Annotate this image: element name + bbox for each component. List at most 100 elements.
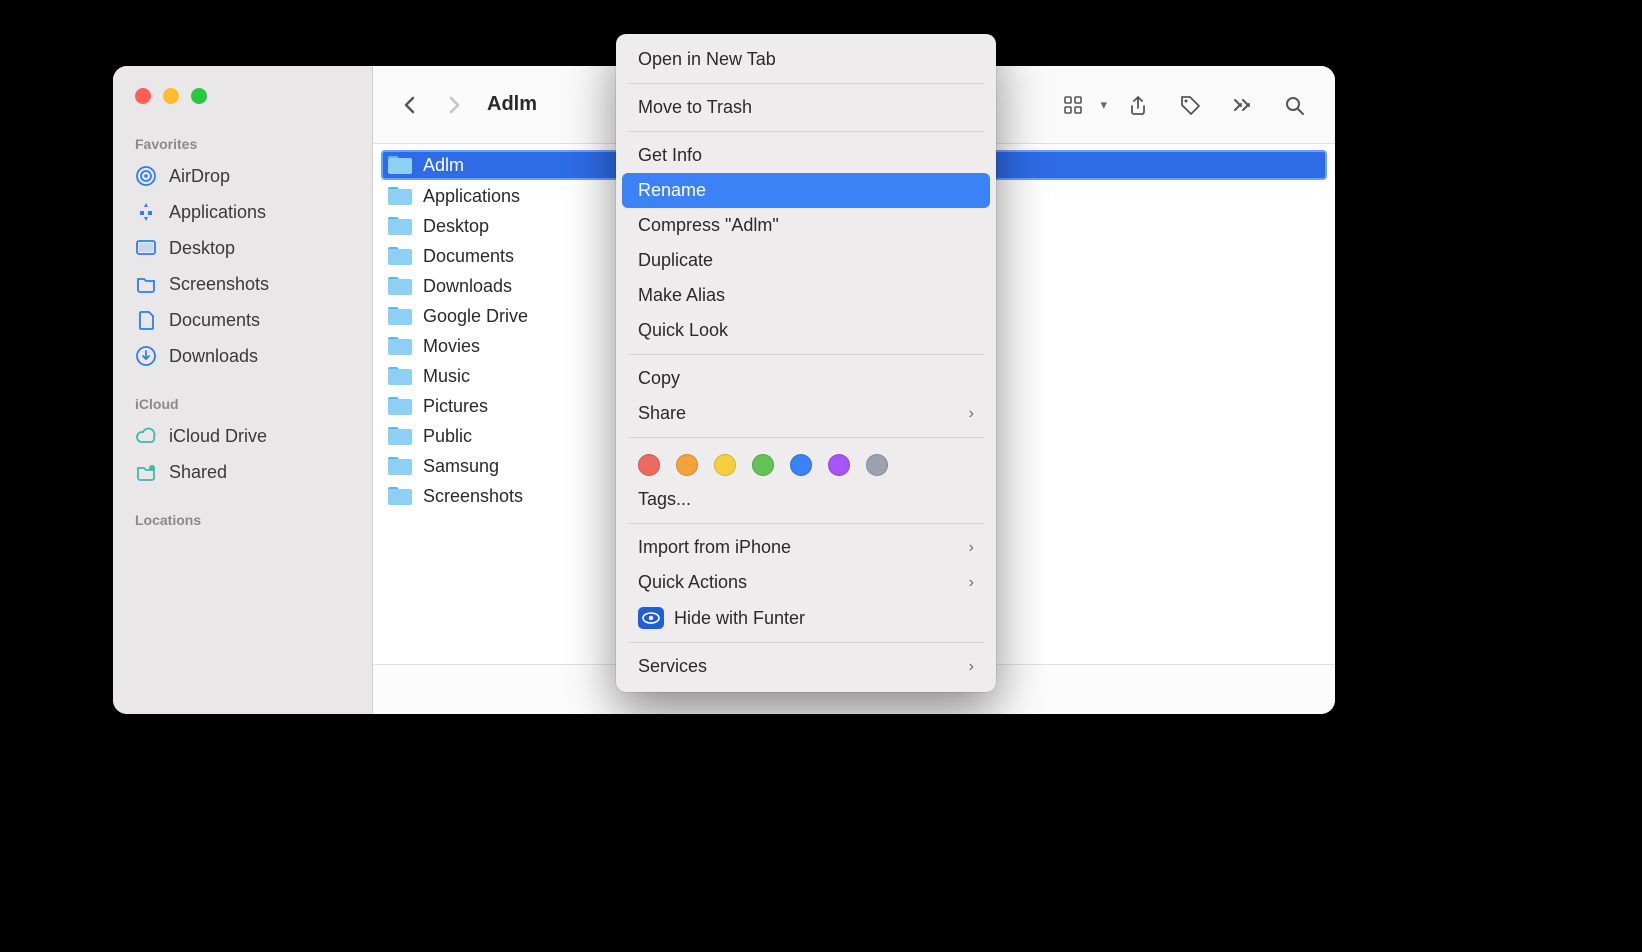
- menu-separator: [628, 131, 984, 132]
- menu-copy[interactable]: Copy: [616, 361, 996, 396]
- folder-name: Google Drive: [423, 306, 528, 327]
- tag-color-dot[interactable]: [828, 454, 850, 476]
- tag-color-dot[interactable]: [638, 454, 660, 476]
- folder-icon: [135, 273, 157, 295]
- apps-icon: [135, 201, 157, 223]
- tag-color-dot[interactable]: [752, 454, 774, 476]
- folder-icon: [387, 305, 413, 327]
- chevron-left-icon: [399, 94, 421, 116]
- sidebar-item-label: Downloads: [169, 346, 258, 367]
- window-title: Adlm: [487, 93, 537, 116]
- menu-quick-look[interactable]: Quick Look: [616, 313, 996, 348]
- menu-move-to-trash[interactable]: Move to Trash: [616, 90, 996, 125]
- maximize-button[interactable]: [191, 88, 207, 104]
- menu-import-iphone[interactable]: Import from iPhone ›: [616, 530, 996, 565]
- sidebar-heading-icloud: iCloud: [113, 388, 372, 418]
- menu-services[interactable]: Services ›: [616, 649, 996, 684]
- chevron-right-icon: [443, 94, 465, 116]
- context-menu: Open in New Tab Move to Trash Get Info R…: [616, 34, 996, 692]
- menu-label: Rename: [638, 180, 706, 201]
- cloud-icon: [135, 425, 157, 447]
- tag-color-dot[interactable]: [790, 454, 812, 476]
- menu-label: Hide with Funter: [674, 608, 805, 629]
- more-button[interactable]: [1221, 88, 1263, 122]
- sidebar-item-screenshots[interactable]: Screenshots: [113, 266, 372, 302]
- menu-label: Quick Look: [638, 320, 728, 341]
- tag-color-dot[interactable]: [866, 454, 888, 476]
- folder-name: Public: [423, 426, 472, 447]
- menu-label: Move to Trash: [638, 97, 752, 118]
- folder-name: Documents: [423, 246, 514, 267]
- folder-name: Samsung: [423, 456, 499, 477]
- folder-name: Applications: [423, 186, 520, 207]
- menu-quick-actions[interactable]: Quick Actions›: [616, 565, 996, 600]
- sidebar-item-label: iCloud Drive: [169, 426, 267, 447]
- folder-icon: [387, 425, 413, 447]
- menu-label: Import from iPhone: [638, 537, 791, 558]
- menu-open-new-tab[interactable]: Open in New Tab: [616, 42, 996, 77]
- sidebar-item-label: Documents: [169, 310, 260, 331]
- folder-icon: [387, 485, 413, 507]
- menu-tags[interactable]: Tags...: [616, 482, 996, 517]
- search-icon: [1283, 94, 1305, 116]
- folder-icon: [387, 395, 413, 417]
- folder-icon: [387, 275, 413, 297]
- share-button[interactable]: [1117, 88, 1159, 122]
- sidebar-item-airdrop[interactable]: AirDrop: [113, 158, 372, 194]
- document-icon: [135, 309, 157, 331]
- sidebar-item-label: Shared: [169, 462, 227, 483]
- menu-get-info[interactable]: Get Info: [616, 138, 996, 173]
- menu-label: Get Info: [638, 145, 702, 166]
- menu-label: Services: [638, 656, 707, 677]
- menu-label: Compress "Adlm": [638, 215, 779, 236]
- search-button[interactable]: [1273, 88, 1315, 122]
- sidebar-item-applications[interactable]: Applications: [113, 194, 372, 230]
- tag-color-dot[interactable]: [676, 454, 698, 476]
- desktop-icon: [135, 237, 157, 259]
- sidebar-item-downloads[interactable]: Downloads: [113, 338, 372, 374]
- sidebar-heading-locations: Locations: [113, 504, 372, 534]
- menu-separator: [628, 437, 984, 438]
- folder-name: Downloads: [423, 276, 512, 297]
- shared-folder-icon: [135, 461, 157, 483]
- more-icon: [1231, 94, 1253, 116]
- chevron-right-icon: ›: [969, 539, 974, 557]
- menu-share[interactable]: Share›: [616, 396, 996, 431]
- menu-duplicate[interactable]: Duplicate: [616, 243, 996, 278]
- menu-hide-funter[interactable]: Hide with Funter: [616, 600, 996, 636]
- eye-icon: [638, 607, 664, 629]
- menu-label: Duplicate: [638, 250, 713, 271]
- nav-back-button[interactable]: [393, 88, 427, 122]
- sidebar-item-desktop[interactable]: Desktop: [113, 230, 372, 266]
- nav-forward-button[interactable]: [437, 88, 471, 122]
- menu-label: Share: [638, 403, 686, 424]
- tag-color-row: [616, 444, 996, 482]
- folder-icon: [387, 365, 413, 387]
- sidebar-item-documents[interactable]: Documents: [113, 302, 372, 338]
- folder-name: Adlm: [423, 155, 464, 176]
- menu-separator: [628, 642, 984, 643]
- chevron-down-icon: ▾: [1100, 97, 1107, 113]
- menu-separator: [628, 523, 984, 524]
- menu-make-alias[interactable]: Make Alias: [616, 278, 996, 313]
- close-button[interactable]: [135, 88, 151, 104]
- folder-icon: [387, 245, 413, 267]
- menu-compress[interactable]: Compress "Adlm": [616, 208, 996, 243]
- grid-icon: [1062, 94, 1084, 116]
- chevron-right-icon: ›: [969, 658, 974, 676]
- sidebar: Favorites AirDrop Applications Desktop S…: [113, 66, 373, 714]
- minimize-button[interactable]: [163, 88, 179, 104]
- menu-rename[interactable]: Rename: [622, 173, 990, 208]
- folder-icon: [387, 335, 413, 357]
- tags-button[interactable]: [1169, 88, 1211, 122]
- airdrop-icon: [135, 165, 157, 187]
- menu-label: Tags...: [638, 489, 691, 510]
- share-icon: [1127, 94, 1149, 116]
- view-mode-button[interactable]: [1052, 88, 1094, 122]
- tag-color-dot[interactable]: [714, 454, 736, 476]
- folder-name: Pictures: [423, 396, 488, 417]
- chevron-right-icon: ›: [969, 574, 974, 592]
- sidebar-item-shared[interactable]: Shared: [113, 454, 372, 490]
- sidebar-item-icloud-drive[interactable]: iCloud Drive: [113, 418, 372, 454]
- sidebar-item-label: Applications: [169, 202, 266, 223]
